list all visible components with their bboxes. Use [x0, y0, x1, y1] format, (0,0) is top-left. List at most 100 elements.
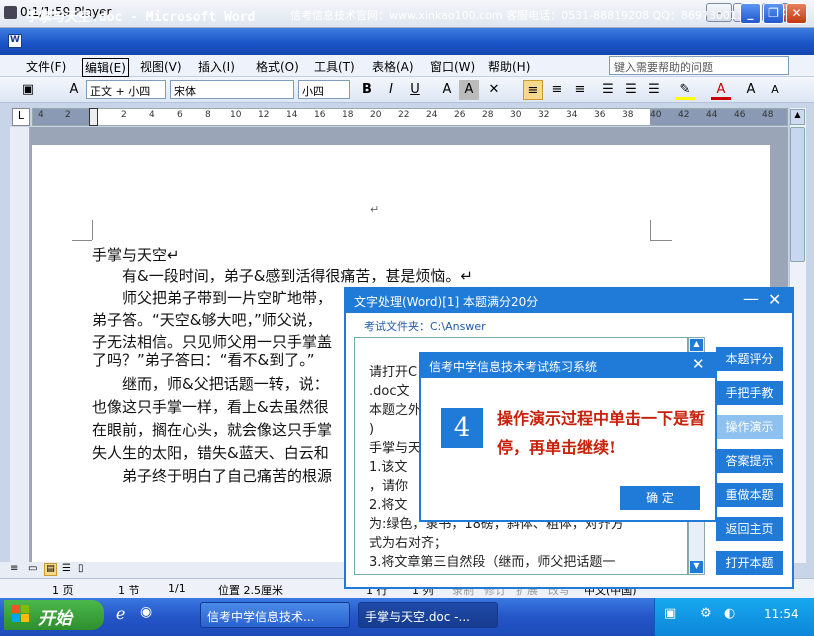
- font-color-icon[interactable]: A: [711, 80, 731, 100]
- paragraph-mark: ↵: [370, 203, 380, 216]
- ruler-number: 32: [538, 110, 550, 120]
- task-word-doc[interactable]: 手掌与天空.doc -...: [358, 602, 498, 628]
- ruler-number: 4: [38, 110, 44, 120]
- player-icon: [4, 6, 17, 19]
- align-justify-button[interactable]: ≡: [523, 80, 543, 100]
- underline-button[interactable]: U: [405, 80, 425, 100]
- char-border-icon[interactable]: A: [437, 80, 457, 100]
- ruler-number: 36: [594, 110, 606, 120]
- redo-button[interactable]: 重做本题: [716, 483, 783, 507]
- menu-help[interactable]: 帮助(H): [488, 58, 530, 75]
- normal-view-icon[interactable]: ≡: [10, 563, 18, 574]
- dialog-close-icon[interactable]: ✕: [692, 355, 705, 373]
- exam-text-line: 式为右对齐；: [369, 536, 448, 551]
- scroll-up-icon[interactable]: ▲: [790, 109, 805, 125]
- home-button[interactable]: 返回主页: [716, 517, 783, 541]
- word-minimize-button[interactable]: _: [740, 3, 761, 24]
- doc-line[interactable]: 也像这只手掌一样，看上&去虽然很: [92, 396, 329, 417]
- doc-line[interactable]: 弟子终于明白了自己痛苦的根源: [92, 465, 332, 486]
- word-titlebar: [0, 28, 814, 55]
- ruler-number: 44: [706, 110, 718, 120]
- exam-scroll-down-icon[interactable]: ▼: [690, 561, 703, 573]
- char-shading-icon[interactable]: A: [459, 80, 479, 100]
- dialog-message: 操作演示过程中单击一下是暂停，再单击继续!: [497, 409, 706, 457]
- margin-corner-mark: [72, 240, 92, 241]
- task-exam-app[interactable]: 信考中学信息技术...: [200, 602, 350, 628]
- tray-icon[interactable]: ◐: [724, 606, 735, 621]
- outline-view-icon[interactable]: ☰: [62, 563, 71, 574]
- font-size-combo[interactable]: 小四: [298, 80, 350, 99]
- menu-table[interactable]: 表格(A): [372, 58, 414, 75]
- doc-line[interactable]: 继而，师&父把话题一转，说：: [92, 373, 329, 394]
- score-button[interactable]: 本题评分: [716, 347, 783, 371]
- doc-line[interactable]: 弟子答。“天空&够大吧，”师父说，: [92, 309, 322, 330]
- word-title: 手掌与天空.doc - Microsoft Word: [26, 10, 256, 25]
- char-scale-icon[interactable]: ✕: [484, 80, 504, 100]
- answer-hint-button[interactable]: 答案提示: [716, 449, 783, 473]
- bullets-icon[interactable]: ☰: [621, 80, 641, 100]
- font-combo[interactable]: 宋体: [170, 80, 294, 99]
- ruler-number: 2: [65, 110, 71, 120]
- align-right-button[interactable]: ≡: [570, 80, 590, 100]
- web-view-icon[interactable]: ▭: [28, 563, 37, 574]
- tab-stop-selector[interactable]: L: [12, 108, 30, 126]
- ruler-number: 34: [566, 110, 578, 120]
- reading-view-icon[interactable]: ▯: [78, 563, 84, 574]
- exam-close-icon[interactable]: ✕: [768, 290, 781, 309]
- status-count: 1/1: [168, 582, 186, 595]
- ruler-number: 26: [454, 110, 466, 120]
- scroll-thumb[interactable]: [790, 127, 805, 262]
- print-view-icon[interactable]: ▤: [44, 563, 57, 576]
- quicklaunch-icon[interactable]: ◉: [140, 604, 152, 620]
- doc-title-line[interactable]: 手掌与天空↵: [92, 244, 180, 265]
- open-question-button[interactable]: 打开本题: [716, 551, 783, 575]
- demo-button[interactable]: 操作演示: [716, 415, 783, 439]
- ruler-number: 20: [370, 110, 382, 120]
- ruler-number: 6: [177, 110, 183, 120]
- exam-scroll-up-icon[interactable]: ▲: [690, 339, 703, 351]
- numbering-icon[interactable]: ☰: [598, 80, 618, 100]
- menu-view[interactable]: 视图(V): [140, 58, 182, 75]
- word-restore-button[interactable]: ❐: [763, 3, 784, 24]
- ruler-number: 14: [286, 110, 298, 120]
- menu-edit[interactable]: 编辑(E): [82, 58, 129, 77]
- ok-button[interactable]: 确 定: [620, 486, 700, 510]
- doc-line[interactable]: 了吗？”弟子答曰：“看不&到了。”: [92, 349, 315, 370]
- menu-window[interactable]: 窗口(W): [430, 58, 475, 75]
- help-search-input[interactable]: 键入需要帮助的问题: [609, 56, 789, 75]
- bold-button[interactable]: B: [357, 80, 377, 100]
- indent-marker[interactable]: [89, 108, 98, 126]
- status-section: 1 节: [118, 584, 140, 597]
- vertical-ruler[interactable]: [10, 127, 30, 562]
- align-center-button[interactable]: ≡: [547, 80, 567, 100]
- ruler-number: 30: [510, 110, 522, 120]
- ruler-number: 24: [426, 110, 438, 120]
- exam-text-line: 3.将文章第三自然段（继而，师父把话题一: [369, 555, 616, 570]
- doc-line[interactable]: 在眼前，搁在心头，就会像这只手掌: [92, 419, 332, 440]
- doc-line[interactable]: 师父把弟子带到一片空旷地带，: [92, 287, 332, 308]
- ie-icon[interactable]: ℯ: [116, 604, 125, 623]
- doc-line[interactable]: 有&一段时间，弟子&感到活得很痛苦，甚是烦恼。↵: [92, 265, 473, 286]
- grow-font-icon[interactable]: A: [741, 80, 761, 100]
- save-icon[interactable]: ▣: [18, 80, 38, 100]
- menu-insert[interactable]: 插入(I): [198, 58, 235, 75]
- tray-icon[interactable]: ▣: [664, 606, 676, 621]
- margin-corner-mark: [650, 220, 651, 240]
- menu-file[interactable]: 文件(F): [26, 58, 66, 75]
- menu-tools[interactable]: 工具(T): [314, 58, 355, 75]
- indent-icon[interactable]: ☰: [644, 80, 664, 100]
- ruler-number: 16: [314, 110, 326, 120]
- tray-icon[interactable]: ⚙: [700, 606, 712, 621]
- menu-format[interactable]: 格式(O): [256, 58, 299, 75]
- word-close-button[interactable]: ✕: [786, 3, 807, 24]
- ruler-number: 48: [762, 110, 774, 120]
- style-combo[interactable]: 正文 + 小四: [86, 80, 166, 99]
- ruler-number: 28: [482, 110, 494, 120]
- italic-button[interactable]: I: [381, 80, 401, 100]
- tutorial-button[interactable]: 手把手教: [716, 381, 783, 405]
- doc-line[interactable]: 失人生的太阳，错失&蓝天、白云和: [92, 442, 329, 463]
- shrink-font-icon[interactable]: A: [765, 80, 785, 100]
- exam-minimize-icon[interactable]: —: [743, 289, 759, 308]
- highlight-icon[interactable]: ✎: [675, 80, 695, 100]
- styles-icon[interactable]: A: [64, 80, 84, 100]
